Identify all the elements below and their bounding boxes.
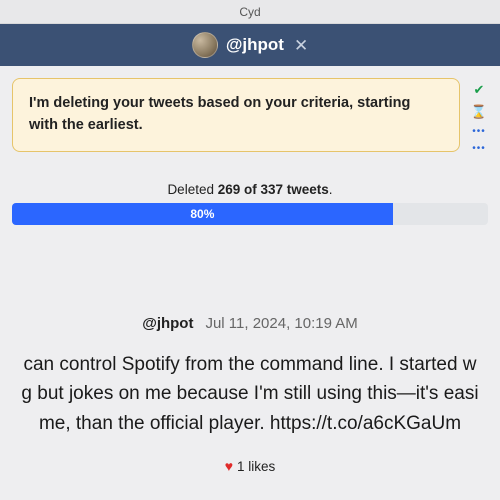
tweet-card: @jhpot Jul 11, 2024, 10:19 AM can control… (12, 315, 488, 474)
tweet-user: @jhpot (142, 315, 193, 332)
hourglass-icon: ⌛ (471, 104, 487, 120)
dots-icon: ••• (472, 126, 486, 137)
progress-label: Deleted 269 of 337 tweets. (12, 182, 488, 197)
likes-row: ♥ 1 likes (16, 458, 484, 474)
likes-text: 1 likes (237, 459, 275, 474)
tweet-body: can control Spotify from the command lin… (16, 350, 484, 438)
progress-percent: 80% (190, 207, 214, 221)
dots-icon: ••• (472, 143, 486, 154)
window-titlebar: Cyd (0, 0, 500, 24)
tweet-line: me, than the official player. https://t.… (16, 409, 484, 438)
progress-prefix: Deleted (167, 182, 217, 197)
heart-icon: ♥ (225, 458, 233, 474)
tweet-line: g but jokes on me because I'm still usin… (16, 379, 484, 408)
progress-bar: 80% (12, 203, 488, 225)
check-icon: ✔ (474, 82, 485, 98)
avatar (192, 32, 218, 58)
progress-suffix: . (329, 182, 333, 197)
progress-count: 269 of 337 tweets (218, 182, 329, 197)
progress-fill: 80% (12, 203, 393, 225)
banner-row: I'm deleting your tweets based on your c… (12, 78, 488, 154)
tweet-date: Jul 11, 2024, 10:19 AM (205, 315, 357, 332)
main-content: I'm deleting your tweets based on your c… (0, 66, 500, 474)
tweet-line: can control Spotify from the command lin… (16, 350, 484, 379)
progress-section: Deleted 269 of 337 tweets. 80% (12, 182, 488, 225)
window-title: Cyd (239, 5, 260, 19)
side-status: ✔ ⌛ ••• ••• (470, 78, 488, 154)
status-banner: I'm deleting your tweets based on your c… (12, 78, 460, 152)
account-handle: @jhpot (226, 35, 284, 55)
account-header: @jhpot ✕ (0, 24, 500, 66)
tweet-meta: @jhpot Jul 11, 2024, 10:19 AM (16, 315, 484, 332)
banner-message: I'm deleting your tweets based on your c… (29, 95, 410, 133)
close-icon[interactable]: ✕ (294, 37, 308, 54)
